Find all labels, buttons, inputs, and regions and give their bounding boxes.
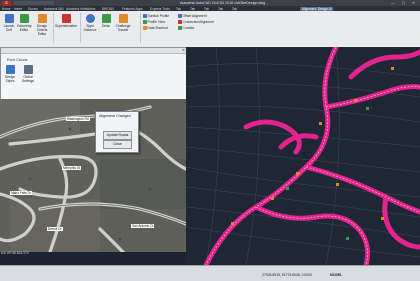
- aerial-map-graphic: [0, 99, 186, 252]
- superelevation-button[interactable]: Superelevation: [55, 14, 77, 28]
- site-plan-drawing: [186, 47, 420, 265]
- tab-other[interactable]: Tab: [232, 7, 237, 11]
- offset-alignment-icon: [178, 14, 182, 18]
- application-menu-button[interactable]: C: [2, 0, 11, 6]
- tab-insert[interactable]: Insert: [14, 7, 22, 11]
- tab-other[interactable]: Tab: [190, 7, 195, 11]
- tab-other[interactable]: Tab: [218, 7, 223, 11]
- model-space-toggle[interactable]: MODEL: [330, 273, 342, 277]
- panel-header: [1, 48, 187, 54]
- button-label: Profile View: [147, 20, 165, 24]
- window-title: Autodesk AutoCAD Civil 3D 2016 civilSite…: [180, 0, 266, 5]
- profile-view-button[interactable]: Profile View: [143, 20, 165, 24]
- close-icon[interactable]: ✕: [182, 48, 185, 52]
- button-label: Connected Alignment: [182, 20, 214, 24]
- corridor-button[interactable]: Corridor: [178, 26, 194, 30]
- button-label: Launch Civil: [3, 24, 15, 32]
- challenge-tracker-button[interactable]: Challenge Tracker: [115, 14, 131, 32]
- geometry-editor-icon: [19, 14, 29, 23]
- launch-icon: [4, 14, 14, 23]
- button-label: Offset Alignment: [182, 14, 207, 18]
- ribbon-separator: [53, 13, 54, 43]
- dialog-title: Alignment Changed: [99, 114, 131, 118]
- eye-icon: [85, 14, 95, 23]
- design-styles-button[interactable]: Design Styles: [3, 65, 17, 83]
- styles-icon: [5, 65, 15, 74]
- data-shortcut-icon: [143, 26, 147, 30]
- button-label: Corridor: [182, 26, 195, 30]
- data-shortcut-button[interactable]: Data Shortcut: [143, 26, 168, 30]
- design-criteria-icon: [37, 14, 47, 23]
- connected-alignment-icon: [178, 20, 182, 24]
- status-bar: 27925.8915, 91775.8048, 0.0000 MODEL: [0, 265, 420, 281]
- tab-express-tools[interactable]: Express Tools: [150, 7, 170, 11]
- launch-civil-button[interactable]: Launch Civil: [2, 14, 16, 32]
- drive-icon: [101, 14, 111, 23]
- tab-other[interactable]: Tab: [176, 7, 181, 11]
- window-controls[interactable]: — ▢ ✕: [391, 1, 418, 5]
- global-settings-button[interactable]: Global Settings: [21, 65, 35, 83]
- tab-bim-360[interactable]: BIM 360: [102, 7, 114, 11]
- settings-icon: [23, 65, 33, 74]
- surface-profile-button[interactable]: Surface Profile: [143, 14, 169, 18]
- drive-button[interactable]: Drive: [100, 14, 112, 28]
- tab-autodesk-360[interactable]: Autodesk 360: [44, 7, 64, 11]
- corridor-icon: [178, 26, 182, 30]
- point-clouds-panel: ✕ Point Clouds Design Styles Global Sett…: [0, 47, 188, 101]
- geometry-editor-button[interactable]: Geometry Editor: [17, 14, 31, 32]
- tab-autodesk-infraworks[interactable]: Autodesk InfraWorks: [66, 7, 96, 11]
- button-label: Data Shortcut: [147, 26, 168, 30]
- tab-featured-apps[interactable]: Featured Apps: [122, 7, 143, 11]
- button-label: Global Settings: [22, 75, 34, 83]
- aerial-map-view[interactable]: Washington Rd Memphis St Idaho Falls Dr …: [0, 99, 186, 252]
- street-label: Idaho Falls Dr: [10, 191, 32, 195]
- panel-title: Point Clouds: [7, 58, 28, 62]
- alignment-changed-dialog: Alignment Changed Update Roads Close: [95, 111, 139, 153]
- offset-alignment-button[interactable]: Offset Alignment: [178, 14, 207, 18]
- button-label: Design Criteria Editor: [36, 24, 48, 36]
- button-label: Design Styles: [4, 75, 16, 83]
- update-roads-button[interactable]: Update Roads: [103, 131, 132, 140]
- tab-other[interactable]: Tab: [204, 7, 209, 11]
- button-label: Challenge Tracker: [115, 24, 131, 32]
- button-label: Sight Distance: [83, 24, 97, 32]
- cad-drawing-view[interactable]: [186, 47, 420, 265]
- tab-survey[interactable]: Survey: [28, 7, 38, 11]
- ribbon-separator: [140, 13, 141, 43]
- street-label: Memphis St: [62, 166, 81, 170]
- street-label: San Antonio Ct: [131, 224, 155, 228]
- tracker-icon: [118, 14, 128, 23]
- button-label: Superelevation: [55, 24, 77, 28]
- sight-distance-button[interactable]: Sight Distance: [82, 14, 98, 32]
- superelevation-icon: [61, 14, 71, 23]
- street-label: Washington Rd: [66, 117, 90, 121]
- surface-profile-icon: [143, 14, 147, 18]
- map-coordinate-readout: 6.8 197.60.831.170: [1, 251, 29, 255]
- street-label: Detroit Dr: [47, 227, 63, 231]
- connected-alignment-button[interactable]: Connected Alignment: [178, 20, 214, 24]
- quick-access-toolbar[interactable]: [14, 1, 54, 5]
- button-label: Surface Profile: [147, 14, 170, 18]
- ribbon-separator: [80, 13, 81, 43]
- ribbon-panel: Launch Civil Geometry Editor Design Crit…: [0, 11, 420, 48]
- design-criteria-editor-button[interactable]: Design Criteria Editor: [33, 14, 51, 36]
- cursor-coordinates: 27925.8915, 91775.8048, 0.0000: [262, 273, 312, 277]
- button-label: Geometry Editor: [17, 24, 32, 32]
- profile-view-icon: [143, 20, 147, 24]
- close-button[interactable]: Close: [103, 140, 132, 149]
- tab-alignment-contextual[interactable]: Alignment: Design Al: [300, 6, 334, 11]
- button-label: Drive: [102, 24, 110, 28]
- tab-home[interactable]: Home: [2, 7, 11, 11]
